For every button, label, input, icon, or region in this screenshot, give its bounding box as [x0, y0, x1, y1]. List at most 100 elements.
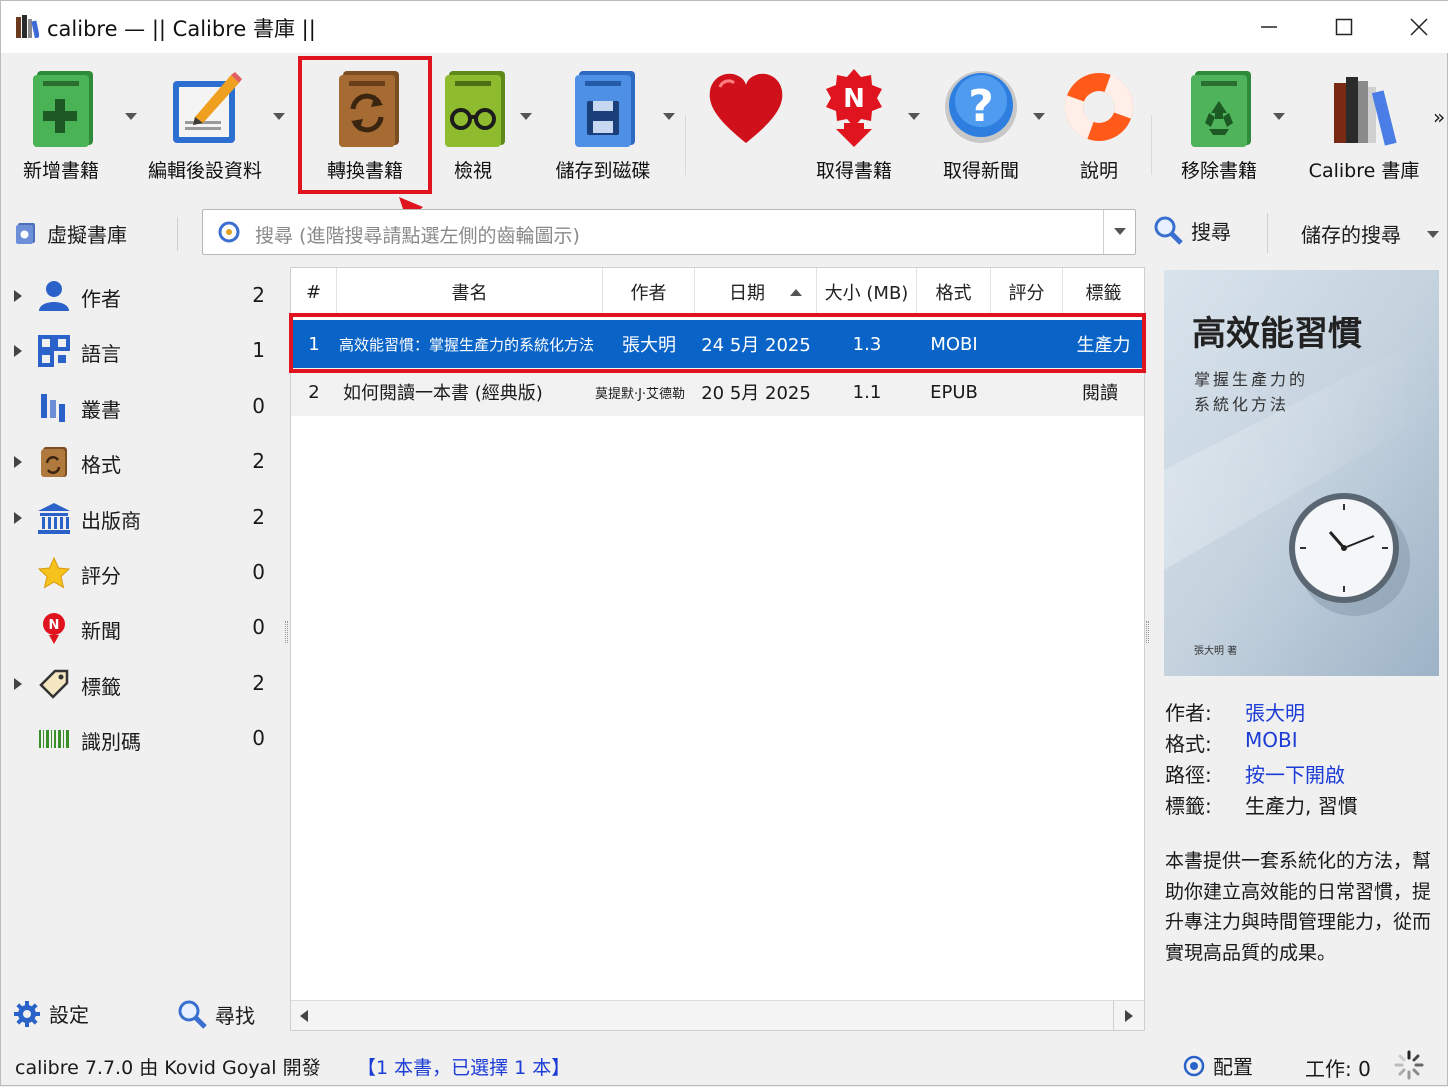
- column-header-format[interactable]: 格式: [917, 268, 991, 316]
- close-button[interactable]: [1399, 9, 1439, 45]
- status-selection: 【1 本書，已選擇 1 本】: [357, 1057, 571, 1079]
- remove-book-icon: [1191, 71, 1251, 147]
- add-books-button[interactable]: 新增書籍: [9, 53, 113, 193]
- save-dropdown-icon[interactable]: [663, 113, 675, 121]
- library-books-icon: [1334, 77, 1397, 146]
- remove-books-dropdown-icon[interactable]: [1273, 113, 1285, 121]
- svg-text:N: N: [843, 84, 865, 114]
- scroll-left-icon[interactable]: [299, 1009, 309, 1023]
- book-details-panel: 作者: 張大明 格式: MOBI 路徑: 按一下開啟 標籤: 生產力, 習慣: [1165, 695, 1445, 819]
- edit-metadata-button[interactable]: 編輯後設資料: [141, 53, 269, 193]
- tag-count: 2: [252, 671, 265, 695]
- row-number: 2: [308, 381, 320, 403]
- fetch-news-dropdown-icon[interactable]: [1033, 113, 1045, 121]
- sort-ascending-icon: [790, 289, 802, 296]
- tag-browser-item-authors[interactable]: 作者 2: [1, 269, 283, 321]
- tag-label: 評分: [81, 564, 121, 588]
- edit-metadata-dropdown-icon[interactable]: [273, 113, 285, 121]
- expand-arrow-icon[interactable]: [13, 677, 23, 691]
- tag-browser: 作者 2 語言 1 叢書 0 格式 2 出版商 2 評分 0 N 新聞 0 標籤…: [1, 267, 283, 997]
- cover-subtitle-1: 掌握生產力的: [1194, 370, 1309, 389]
- table-row[interactable]: 2 如何閱讀一本書 (經典版) 莫提默·J·艾德勒 20 5月 2025 1.1…: [291, 368, 1144, 416]
- tag-browser-item-publishers[interactable]: 出版商 2: [1, 491, 283, 543]
- get-books-label: 取得書籍: [815, 160, 892, 182]
- scroll-right-icon[interactable]: [1124, 1009, 1134, 1023]
- main-toolbar: 新增書籍 編輯後設資料 轉換書籍 檢視 儲存到磁碟 N 取得書籍 ? 取得新聞 …: [1, 53, 1448, 199]
- detail-author-link[interactable]: 張大明: [1245, 697, 1305, 726]
- tag-browser-item-formats[interactable]: 格式 2: [1, 435, 283, 487]
- tag-browser-item-tags[interactable]: 標籤 2: [1, 657, 283, 709]
- series-icon: [41, 394, 65, 422]
- heart-icon: [709, 73, 783, 143]
- help-button[interactable]: 說明: [1059, 53, 1139, 193]
- column-header-number[interactable]: #: [291, 268, 337, 316]
- tag-browser-item-series[interactable]: 叢書 0: [1, 380, 283, 432]
- column-header-tags[interactable]: 標籤: [1063, 268, 1144, 316]
- book-cover[interactable]: 高效能習慣 掌握生產力的 系統化方法 張大明 著: [1164, 270, 1439, 676]
- tag-browser-item-identifiers[interactable]: 識別碼 0: [1, 712, 283, 764]
- left-splitter-handle[interactable]: [285, 621, 288, 643]
- get-books-dropdown-icon[interactable]: [908, 113, 920, 121]
- layout-button[interactable]: 配置: [1183, 1051, 1253, 1080]
- close-icon: [1410, 18, 1428, 36]
- help-label: 說明: [1079, 160, 1118, 182]
- expand-arrow-icon[interactable]: [13, 511, 23, 525]
- right-splitter-handle[interactable]: [1146, 621, 1149, 643]
- calibre-library-button[interactable]: Calibre 書庫: [1301, 53, 1427, 193]
- saved-searches-dropdown-icon[interactable]: [1427, 231, 1439, 239]
- search-separator: [1267, 213, 1268, 253]
- settings-label: 設定: [49, 1003, 89, 1027]
- expand-arrow-icon[interactable]: [13, 344, 23, 358]
- tag-label: 語言: [81, 342, 121, 366]
- tag-browser-item-languages[interactable]: 語言 1: [1, 324, 283, 376]
- detail-path-link[interactable]: 按一下開啟: [1245, 759, 1345, 788]
- search-button[interactable]: 搜尋: [1153, 215, 1231, 245]
- save-to-disk-button[interactable]: 儲存到磁碟: [547, 53, 659, 193]
- get-books-button[interactable]: N 取得書籍: [809, 53, 899, 193]
- minimize-button[interactable]: [1249, 9, 1289, 45]
- tag-count: 1: [252, 338, 265, 362]
- detail-path-row: 路徑: 按一下開啟: [1165, 757, 1445, 788]
- expand-arrow-icon[interactable]: [13, 455, 23, 469]
- detail-tags-row: 標籤: 生產力, 習慣: [1165, 788, 1445, 819]
- detail-tags-value: 生產力, 習慣: [1245, 794, 1358, 818]
- column-header-date[interactable]: 日期: [695, 268, 817, 316]
- view-button[interactable]: 檢視: [437, 53, 509, 193]
- virtual-library-button[interactable]: 虛擬書庫: [15, 217, 127, 249]
- fetch-news-button[interactable]: ? 取得新聞: [933, 53, 1029, 193]
- column-header-rating[interactable]: 評分: [991, 268, 1063, 316]
- search-icon: [178, 1000, 207, 1029]
- tag-label: 標籤: [81, 675, 121, 699]
- tag-browser-item-news[interactable]: N 新聞 0: [1, 601, 283, 653]
- expand-arrow-icon[interactable]: [13, 289, 23, 303]
- tag-browser-item-rating[interactable]: 評分 0: [1, 546, 283, 598]
- window-title: calibre — || Calibre 書庫 ||: [47, 17, 316, 41]
- toolbar-overflow-button[interactable]: »: [1433, 105, 1445, 129]
- detail-format-row: 格式: MOBI: [1165, 726, 1445, 757]
- layout-label: 配置: [1213, 1055, 1253, 1079]
- column-header-author[interactable]: 作者: [603, 268, 695, 316]
- status-version: calibre 7.7.0 由 Kovid Goyal 開發: [15, 1057, 321, 1079]
- detail-author-row: 作者: 張大明: [1165, 695, 1445, 726]
- book-rating: [991, 368, 1063, 416]
- settings-button[interactable]: 設定: [13, 999, 89, 1028]
- maximize-button[interactable]: [1324, 9, 1364, 45]
- book-description: 本書提供一套系統化的方法，幫助你建立高效能的日常習慣，提升專注力與時間管理能力，…: [1165, 850, 1432, 964]
- saved-searches-button[interactable]: 儲存的搜尋: [1301, 219, 1401, 248]
- find-button[interactable]: 尋找: [177, 999, 255, 1029]
- search-input[interactable]: 搜尋 (進階搜尋請點選左側的齒輪圖示): [202, 209, 1136, 255]
- virtual-library-label: 虛擬書庫: [47, 222, 127, 247]
- edit-metadata-icon: [173, 72, 242, 143]
- search-history-dropdown[interactable]: [1103, 210, 1135, 254]
- column-header-title[interactable]: 書名: [337, 268, 603, 316]
- tag-count: 2: [252, 505, 265, 529]
- add-books-dropdown-icon[interactable]: [125, 113, 137, 121]
- column-header-size[interactable]: 大小 (MB): [817, 268, 917, 316]
- remove-books-button[interactable]: 移除書籍: [1171, 53, 1267, 193]
- advanced-search-gear-icon[interactable]: [217, 220, 241, 244]
- detail-format-link[interactable]: MOBI: [1245, 728, 1298, 752]
- horizontal-scrollbar[interactable]: [291, 1000, 1144, 1031]
- donate-button[interactable]: [701, 53, 791, 193]
- jobs-indicator[interactable]: 工作: 0: [1305, 1053, 1371, 1082]
- view-dropdown-icon[interactable]: [520, 113, 532, 121]
